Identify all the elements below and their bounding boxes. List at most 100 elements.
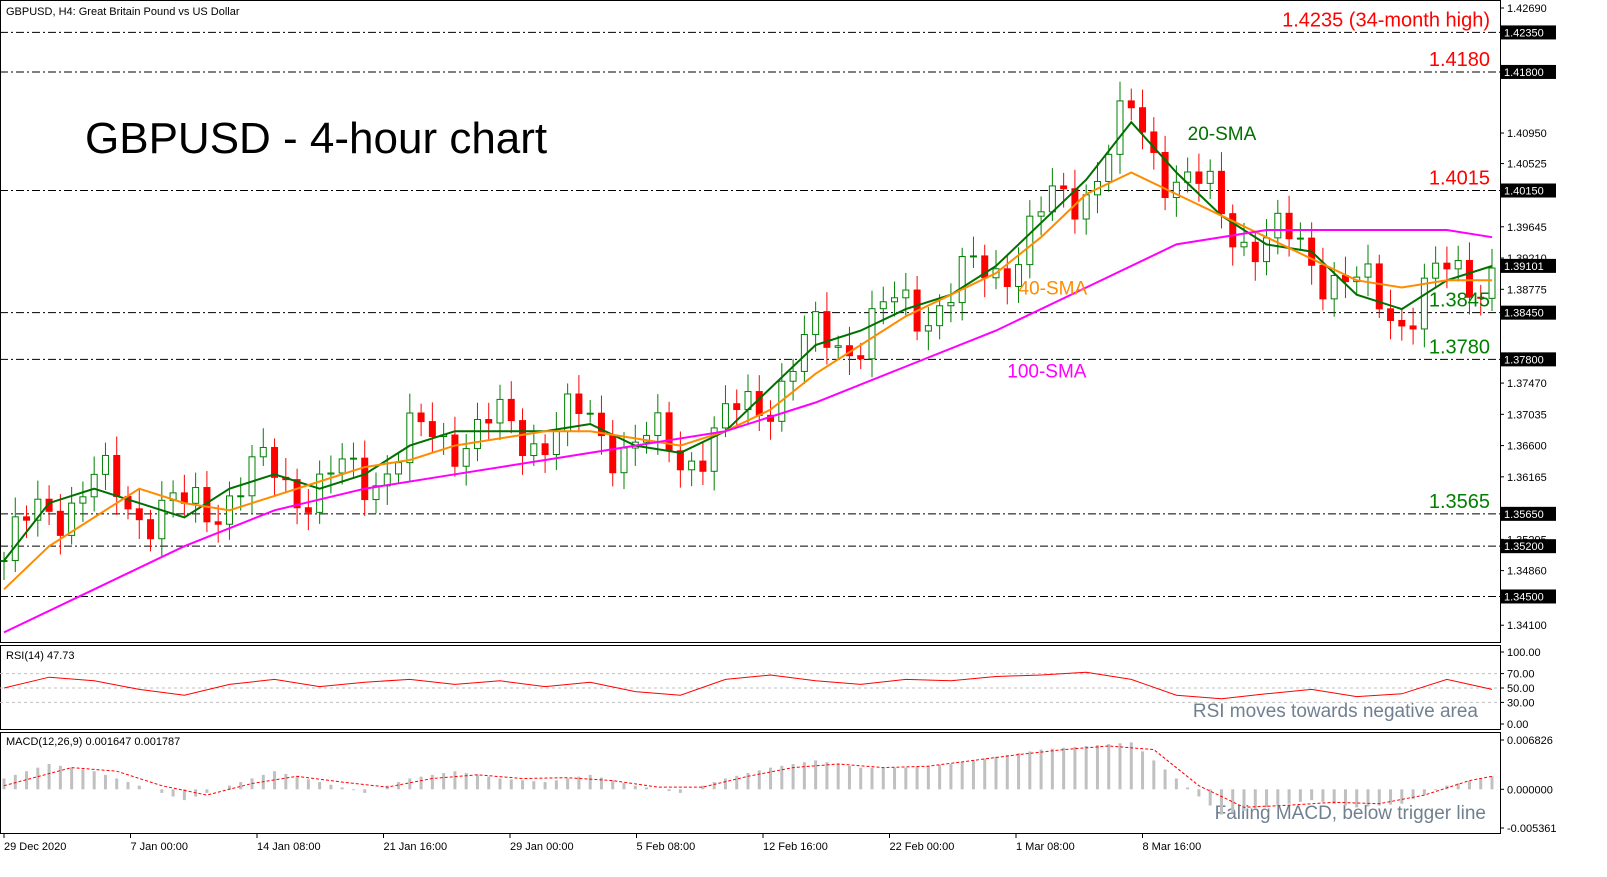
candle-body: [1003, 268, 1011, 287]
candle-body: [147, 519, 155, 540]
level-marker-label: 1.38450: [1504, 308, 1544, 320]
candle-body: [158, 499, 166, 540]
candle-body: [552, 430, 560, 456]
x-tick-label: 7 Jan 00:00: [131, 841, 189, 853]
sma-annotation: 40-SMA: [1019, 279, 1088, 300]
rsi-y-tick-label: 70.00: [1507, 669, 1535, 681]
candle-body: [90, 473, 98, 498]
macd-y-tick-label: 0.000000: [1507, 784, 1553, 796]
candle-body: [1274, 212, 1282, 239]
rsi-label: RSI(14) 47.73: [6, 650, 74, 662]
candle-body: [349, 457, 357, 460]
candle-body: [519, 420, 527, 457]
chart-title: GBPUSD - 4-hour chart: [85, 114, 547, 163]
rsi-y-tick-label: 0.00: [1507, 719, 1528, 731]
candle-body: [271, 446, 279, 478]
candle-body: [564, 393, 572, 432]
symbol-header: GBPUSD, H4: Great Britain Pound vs US Do…: [6, 6, 240, 18]
candle-body: [0, 560, 8, 563]
candle-body: [135, 508, 143, 521]
y-tick-label: 1.40525: [1507, 159, 1547, 171]
candle-body: [237, 495, 245, 498]
rsi-line: [3, 671, 1493, 700]
candle-body: [586, 412, 594, 415]
candle-body: [721, 403, 729, 429]
level-marker-label: 1.35650: [1504, 509, 1544, 521]
candle-body: [1105, 153, 1113, 182]
candle-body: [969, 255, 977, 258]
level-label: 1.4180: [1429, 49, 1490, 71]
candle-body: [507, 398, 515, 422]
candle-body: [1420, 277, 1428, 330]
candle-body: [879, 301, 887, 310]
level-marker-label: 1.34500: [1504, 591, 1544, 603]
candle-body: [496, 398, 504, 424]
y-tick-label: 1.34100: [1507, 620, 1547, 632]
level-marker-label: 1.42350: [1504, 27, 1544, 39]
macd-label: MACD(12,26,9) 0.001647 0.001787: [6, 736, 180, 748]
candle-body: [1296, 237, 1304, 240]
candle-body: [304, 507, 312, 513]
candle-body: [1364, 263, 1372, 278]
candle-body: [891, 297, 899, 303]
y-tick-label: 1.38775: [1507, 284, 1547, 296]
candle-body: [530, 443, 538, 457]
candle-body: [936, 305, 944, 327]
candle-body: [755, 391, 763, 416]
x-tick-label: 29 Dec 2020: [4, 841, 66, 853]
candle-body: [327, 472, 335, 475]
candle-body: [11, 516, 19, 562]
candle-body: [417, 412, 425, 423]
x-tick-label: 1 Mar 08:00: [1016, 841, 1075, 853]
level-label: 1.3845: [1429, 290, 1490, 312]
candle-body: [1206, 170, 1214, 184]
x-tick-label: 14 Jan 08:00: [257, 841, 321, 853]
x-tick-label: 22 Feb 00:00: [890, 841, 955, 853]
candle-body: [699, 460, 707, 472]
macd-y-tick-label: -0.005361: [1507, 823, 1557, 835]
x-tick-label: 29 Jan 00:00: [510, 841, 574, 853]
candle-body: [485, 419, 493, 424]
candle-body: [541, 443, 549, 456]
y-tick-label: 1.39645: [1507, 222, 1547, 234]
candle-body: [361, 457, 369, 501]
candle-body: [947, 302, 955, 307]
level-label: 1.4235 (34-month high): [1282, 9, 1490, 31]
chart-root: GBPUSD, H4: Great Britain Pound vs US Do…: [0, 0, 1607, 877]
candle-body: [1195, 171, 1203, 184]
candle-body: [1251, 241, 1259, 263]
macd-signal-line: [3, 745, 1493, 808]
candle-body: [451, 434, 459, 467]
rsi-y-tick-label: 30.00: [1507, 697, 1535, 709]
candle-body: [1116, 100, 1124, 155]
level-marker-label: 1.40150: [1504, 186, 1544, 198]
y-tick-label: 1.36165: [1507, 472, 1547, 484]
y-tick-label: 1.42690: [1507, 3, 1547, 15]
x-tick-label: 5 Feb 08:00: [637, 841, 696, 853]
candle-body: [56, 510, 64, 536]
candle-body: [79, 496, 87, 504]
x-tick-label: 12 Feb 16:00: [763, 841, 828, 853]
candle-body: [1319, 264, 1327, 300]
price-marker-label: 1.39101: [1504, 261, 1544, 273]
candle-body: [1127, 100, 1135, 109]
candle-body: [1432, 262, 1440, 279]
sma-line-20-sma: [3, 120, 1493, 562]
macd-y-tick-label: 0.006826: [1507, 735, 1553, 747]
candle-body: [575, 393, 583, 414]
level-label: 1.4015: [1429, 168, 1490, 190]
chart-canvas: GBPUSD, H4: Great Britain Pound vs US Do…: [0, 0, 1557, 853]
candle-body: [834, 345, 842, 348]
candle-body: [1240, 241, 1248, 248]
candle-body: [406, 412, 414, 464]
candle-body: [733, 403, 741, 411]
y-tick-label: 1.37470: [1507, 378, 1547, 390]
x-tick-label: 8 Mar 16:00: [1143, 841, 1202, 853]
candle-body: [1217, 170, 1225, 215]
candle-body: [902, 289, 910, 299]
candle-body: [1443, 262, 1451, 270]
y-tick-label: 1.37035: [1507, 409, 1547, 421]
candle-body: [1285, 212, 1293, 240]
candle-body: [1060, 185, 1068, 190]
candle-body: [473, 419, 481, 450]
